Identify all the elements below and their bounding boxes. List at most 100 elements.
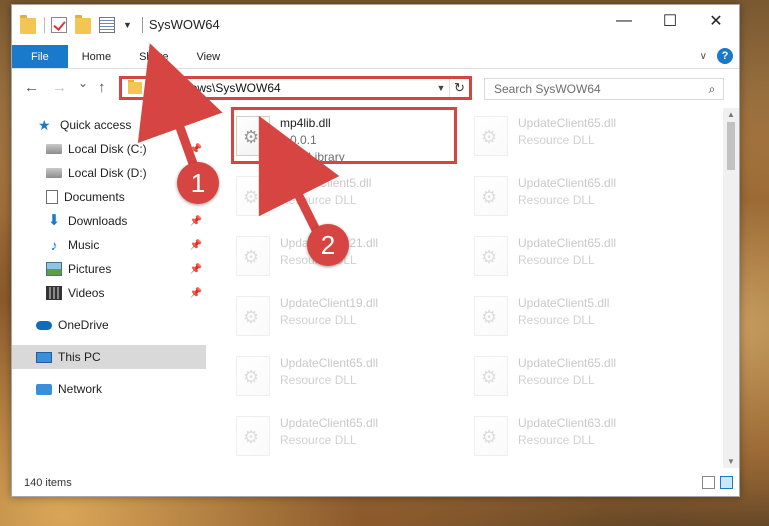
details-view-icon[interactable] [702, 476, 715, 489]
sidebar-item-label: Videos [68, 286, 105, 300]
properties-icon[interactable] [99, 17, 115, 33]
dll-file-icon [236, 416, 270, 456]
step-1-marker: 1 [177, 162, 219, 204]
address-dropdown-icon[interactable]: ▼ [433, 83, 449, 93]
maximize-button[interactable]: ☐ [647, 5, 693, 37]
file-type: Resource DLL [280, 193, 357, 207]
scrollbar-thumb[interactable] [727, 122, 735, 170]
dll-file-icon [474, 416, 508, 456]
file-item[interactable]: UpdateClient65.dll Resource DLL [468, 112, 698, 164]
file-explorer-window: ▼ SysWOW64 — ☐ ✕ File Home Share View ∨ … [11, 4, 740, 497]
chevron-down-icon[interactable]: ∨ [700, 51, 707, 62]
large-icons-view-icon[interactable] [720, 476, 733, 489]
search-input[interactable] [494, 82, 701, 96]
pin-icon: 📌 [189, 215, 202, 227]
file-item[interactable]: UpdateClient5.dll Resource DLL [468, 292, 698, 344]
file-item[interactable]: UpdateClient65.dll Resource DLL [230, 352, 460, 404]
address-bar[interactable]: C:\Windows\SysWOW64 ▼ ↻ [119, 76, 472, 100]
disk-icon [46, 144, 62, 154]
help-icon[interactable]: ? [717, 48, 733, 64]
new-folder-icon[interactable] [75, 15, 91, 34]
file-item[interactable]: UpdateClient65.dll Resource DLL [230, 412, 460, 464]
sidebar-item-local-disk-c[interactable]: Local Disk (C:) 📌 [12, 137, 206, 161]
documents-icon [46, 190, 58, 204]
sidebar-item-this-pc[interactable]: This PC [12, 345, 206, 369]
file-type: Resource DLL [518, 253, 595, 267]
sidebar-item-downloads[interactable]: ⬇ Downloads 📌 [12, 209, 206, 233]
file-name: UpdateClient19.dll [280, 296, 379, 310]
dll-file-icon [236, 236, 270, 276]
file-name: UpdateClient63.dll [518, 416, 617, 430]
search-icon[interactable]: ⌕ [701, 82, 723, 97]
pin-icon: 📌 [189, 287, 202, 299]
folder-icon[interactable] [20, 15, 36, 34]
window-title: SysWOW64 [141, 17, 220, 33]
properties-check-icon[interactable] [51, 17, 67, 33]
file-highlight-box [231, 107, 457, 164]
file-type: Resource DLL [280, 313, 357, 327]
sidebar-item-videos[interactable]: Videos 📌 [12, 281, 206, 305]
pin-icon: 📌 [189, 239, 202, 251]
sidebar-item-quick-access[interactable]: ★ Quick access [12, 113, 206, 137]
sidebar-item-onedrive[interactable]: OneDrive [12, 313, 206, 337]
scroll-down-icon[interactable]: ▼ [727, 457, 735, 466]
this-pc-icon [36, 351, 52, 363]
up-arrow-icon[interactable]: ↑ [98, 79, 106, 96]
sidebar-item-label: Local Disk (D:) [68, 166, 147, 180]
onedrive-icon [36, 320, 52, 330]
file-type: Resource DLL [518, 193, 595, 207]
dll-file-icon [236, 296, 270, 336]
dll-file-icon [474, 236, 508, 276]
ribbon-right-controls: ∨ ? [700, 48, 733, 64]
recent-locations-icon[interactable]: ⌄ [78, 76, 88, 90]
sidebar-item-label: Pictures [68, 262, 112, 276]
scroll-up-icon[interactable]: ▲ [727, 110, 735, 119]
tab-home[interactable]: Home [68, 45, 125, 68]
search-box[interactable]: ⌕ [484, 78, 724, 100]
dll-file-icon [474, 176, 508, 216]
file-item[interactable]: UpdateClient65.dll Resource DLL [468, 172, 698, 224]
customize-toolbar-dropdown-icon[interactable]: ▼ [123, 20, 132, 30]
sidebar-item-label: Network [58, 382, 103, 396]
file-item[interactable]: UpdateClient65.dll Resource DLL [468, 232, 698, 284]
status-bar: 140 items [12, 470, 739, 496]
dll-file-icon [474, 296, 508, 336]
back-arrow-icon[interactable]: ← [24, 79, 39, 96]
sidebar-item-label: Quick access [60, 118, 132, 132]
forward-arrow-icon[interactable]: → [52, 79, 67, 96]
file-item[interactable]: UpdateClient65.dll Resource DLL [468, 352, 698, 404]
sidebar-item-pictures[interactable]: Pictures 📌 [12, 257, 206, 281]
close-button[interactable]: ✕ [693, 5, 739, 37]
pin-icon: 📌 [189, 143, 202, 155]
file-item[interactable]: UpdateClient63.dll Resource DLL [468, 412, 698, 464]
pictures-icon [46, 262, 62, 276]
tab-view[interactable]: View [182, 45, 234, 68]
refresh-icon[interactable]: ↻ [449, 79, 469, 97]
quick-access-toolbar: ▼ [12, 5, 142, 45]
sidebar-item-network[interactable]: Network [12, 377, 206, 401]
star-icon: ★ [38, 117, 51, 133]
navigation-pane: ★ Quick access Local Disk (C:) 📌 Local D… [12, 108, 206, 468]
file-type: Resource DLL [518, 313, 595, 327]
sidebar-item-label: Local Disk (C:) [68, 142, 147, 156]
music-icon: ♪ [50, 237, 58, 253]
file-type: Resource DLL [518, 373, 595, 387]
sidebar-item-music[interactable]: ♪ Music 📌 [12, 233, 206, 257]
vertical-scrollbar[interactable]: ▲ ▼ [723, 108, 739, 468]
step-2-marker: 2 [307, 224, 349, 266]
tab-file[interactable]: File [12, 45, 68, 68]
sidebar-item-label: Downloads [68, 214, 128, 228]
sidebar-item-label: Music [68, 238, 100, 252]
view-toggle [702, 476, 733, 489]
network-icon [36, 383, 52, 395]
file-name: UpdateClient5.dll [518, 296, 610, 310]
file-item[interactable]: UpdateClient19.dll Resource DLL [230, 292, 460, 344]
tab-share[interactable]: Share [125, 45, 182, 68]
file-type: Resource DLL [518, 433, 595, 447]
toolbar-divider [44, 17, 45, 33]
minimize-button[interactable]: — [601, 5, 647, 37]
folder-icon [128, 80, 142, 94]
address-path[interactable]: C:\Windows\SysWOW64 [148, 81, 433, 95]
file-item[interactable]: UpdateClient5.dll Resource DLL [230, 172, 460, 224]
file-name: UpdateClient5.dll [280, 176, 372, 190]
